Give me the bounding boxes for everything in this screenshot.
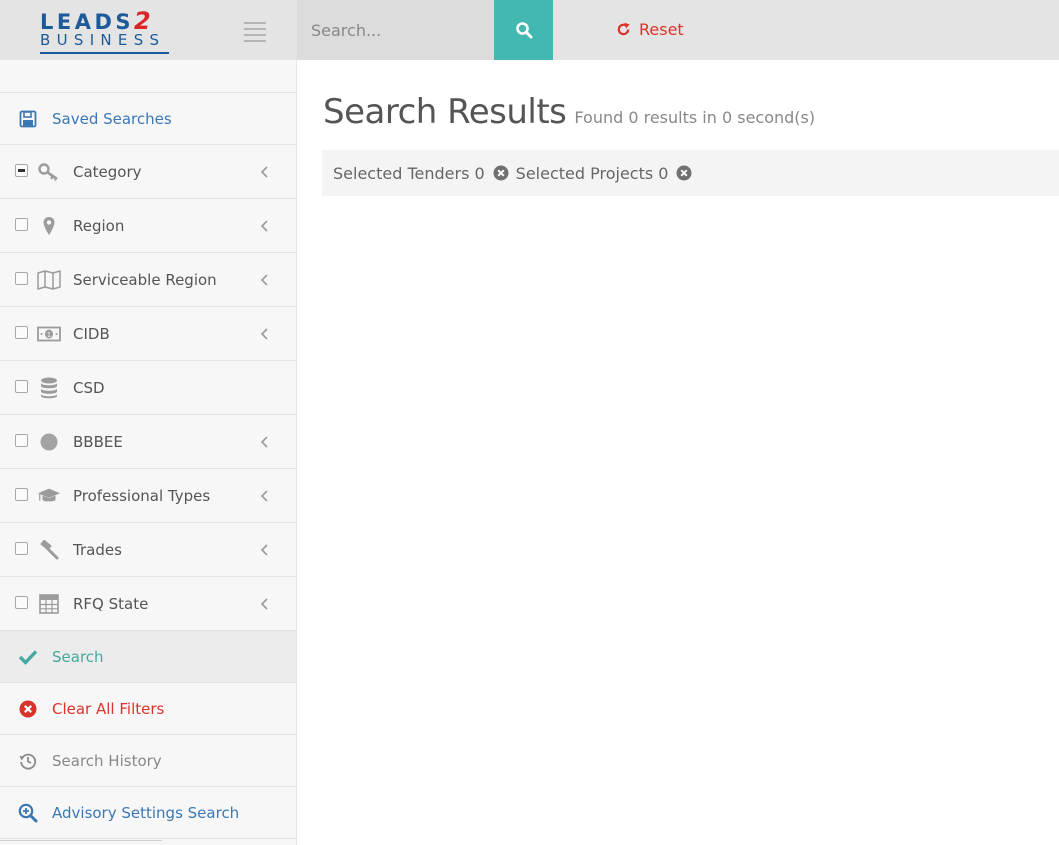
chevron-left-icon[interactable] <box>260 219 270 233</box>
csd-checkbox[interactable] <box>15 380 28 393</box>
clear-tenders-icon[interactable] <box>493 165 509 181</box>
search-button[interactable] <box>494 0 553 60</box>
database-icon <box>37 377 61 399</box>
professional-types-checkbox[interactable] <box>15 488 28 501</box>
sidebar-item-serviceable-region[interactable]: Serviceable Region <box>0 253 296 307</box>
region-label: Region <box>73 216 125 235</box>
sidebar-item-search[interactable]: Search <box>0 631 296 683</box>
sidebar-item-saved-searches[interactable]: Saved Searches <box>0 93 296 145</box>
results-header: Search Results Found 0 results in 0 seco… <box>323 92 815 132</box>
rfq-state-label: RFQ State <box>73 594 149 613</box>
selected-tenders-label: Selected Tenders 0 <box>333 163 485 183</box>
sidebar-item-cidb[interactable]: 1 CIDB <box>0 307 296 361</box>
sidebar-item-rfq-state[interactable]: RFQ State <box>0 577 296 631</box>
cidb-checkbox[interactable] <box>15 326 28 339</box>
calculator-icon <box>37 593 61 615</box>
category-label: Category <box>73 162 142 181</box>
search-history-label: Search History <box>52 751 162 770</box>
gavel-icon <box>37 539 61 561</box>
trades-checkbox[interactable] <box>15 542 28 555</box>
rfq-state-checkbox[interactable] <box>15 596 28 609</box>
search-icon <box>515 22 532 39</box>
sidebar-item-bbbee[interactable]: BBBEE <box>0 415 296 469</box>
selection-bar: Selected Tenders 0 Selected Projects 0 <box>322 150 1059 196</box>
chevron-left-icon[interactable] <box>260 489 270 503</box>
sidebar-item-advisory-settings-search[interactable]: Advisory Settings Search <box>0 787 296 839</box>
sidebar-item-professional-types[interactable]: Professional Types <box>0 469 296 523</box>
serviceable-region-label: Serviceable Region <box>73 270 217 289</box>
map-marker-icon <box>37 215 61 237</box>
logo-area: LEADS2 BUSINESS <box>0 0 297 60</box>
main-content: Search Results Found 0 results in 0 seco… <box>297 60 1059 845</box>
sidebar-item-clear-all-filters[interactable]: Clear All Filters <box>0 683 296 735</box>
selected-projects-label: Selected Projects 0 <box>515 163 669 183</box>
search-label: Search <box>52 647 104 666</box>
refresh-icon <box>617 22 630 35</box>
chevron-left-icon[interactable] <box>260 327 270 341</box>
money-icon: 1 <box>37 323 61 345</box>
bbbee-label: BBBEE <box>73 432 123 451</box>
csd-label: CSD <box>73 378 105 397</box>
circle-icon <box>37 431 61 453</box>
filter-sidebar: Saved Searches Category Region Serviceab… <box>0 60 297 845</box>
search-input[interactable] <box>297 0 494 60</box>
sidebar-item-csd[interactable]: CSD <box>0 361 296 415</box>
svg-text:1: 1 <box>47 331 51 339</box>
key-icon <box>37 161 61 183</box>
floppy-disk-icon <box>18 109 38 129</box>
logo-underline <box>40 52 169 54</box>
brand-logo[interactable]: LEADS2 BUSINESS <box>40 9 170 57</box>
times-circle-icon <box>18 699 38 719</box>
sidebar-item-search-history[interactable]: Search History <box>0 735 296 787</box>
sidebar-spacer <box>0 60 296 93</box>
history-icon <box>18 751 38 771</box>
trades-label: Trades <box>73 540 122 559</box>
top-bar: LEADS2 BUSINESS Reset <box>0 0 1059 60</box>
clear-all-filters-label: Clear All Filters <box>52 699 165 718</box>
sidebar-item-trades[interactable]: Trades <box>0 523 296 577</box>
cidb-label: CIDB <box>73 324 110 343</box>
search-plus-icon <box>18 803 38 823</box>
advisory-settings-search-label: Advisory Settings Search <box>52 803 240 822</box>
sidebar-item-region[interactable]: Region <box>0 199 296 253</box>
bbbee-checkbox[interactable] <box>15 434 28 447</box>
reset-label: Reset <box>639 19 684 39</box>
chevron-left-icon[interactable] <box>260 597 270 611</box>
results-summary: Found 0 results in 0 second(s) <box>574 108 816 127</box>
chevron-left-icon[interactable] <box>260 543 270 557</box>
logo-business-text: BUSINESS <box>40 31 166 49</box>
professional-types-label: Professional Types <box>73 486 211 505</box>
reset-button[interactable]: Reset <box>616 18 684 40</box>
menu-toggle-icon[interactable] <box>244 22 266 42</box>
page-title: Search Results <box>323 92 567 132</box>
chevron-left-icon[interactable] <box>260 165 270 179</box>
sidebar-item-category[interactable]: Category <box>0 145 296 199</box>
serviceable-region-checkbox[interactable] <box>15 272 28 285</box>
clear-projects-icon[interactable] <box>676 165 692 181</box>
chevron-left-icon[interactable] <box>260 273 270 287</box>
sidebar-bottom-divider <box>0 840 162 841</box>
category-checkbox[interactable] <box>15 164 28 177</box>
check-icon <box>18 647 38 667</box>
region-checkbox[interactable] <box>15 218 28 231</box>
map-icon <box>37 269 61 291</box>
graduation-cap-icon <box>37 485 61 507</box>
saved-searches-label: Saved Searches <box>52 109 172 128</box>
chevron-left-icon[interactable] <box>260 435 270 449</box>
